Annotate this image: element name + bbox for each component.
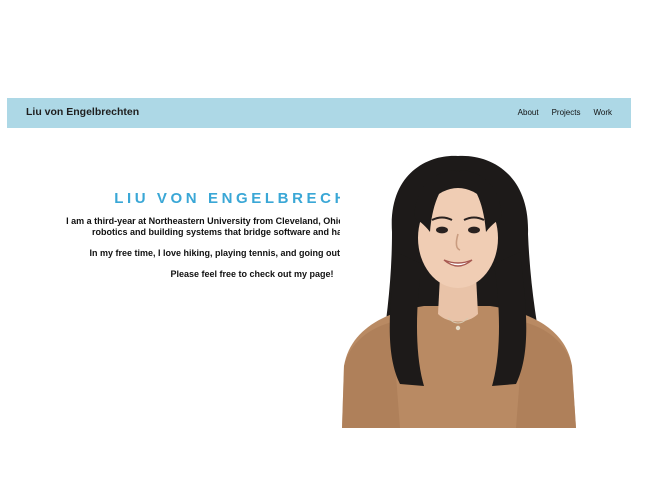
- nav-link-projects[interactable]: Projects: [552, 108, 581, 117]
- nav-link-about[interactable]: About: [518, 108, 539, 117]
- nav-link-work[interactable]: Work: [593, 108, 612, 117]
- nav-links: About Projects Work: [518, 108, 612, 117]
- profile-photo: [340, 152, 576, 428]
- navbar: Liu von Engelbrechten About Projects Wor…: [7, 98, 631, 128]
- profile-photo-illustration: [342, 155, 576, 428]
- page: Liu von Engelbrechten About Projects Wor…: [0, 0, 646, 502]
- brand-name[interactable]: Liu von Engelbrechten: [26, 106, 139, 118]
